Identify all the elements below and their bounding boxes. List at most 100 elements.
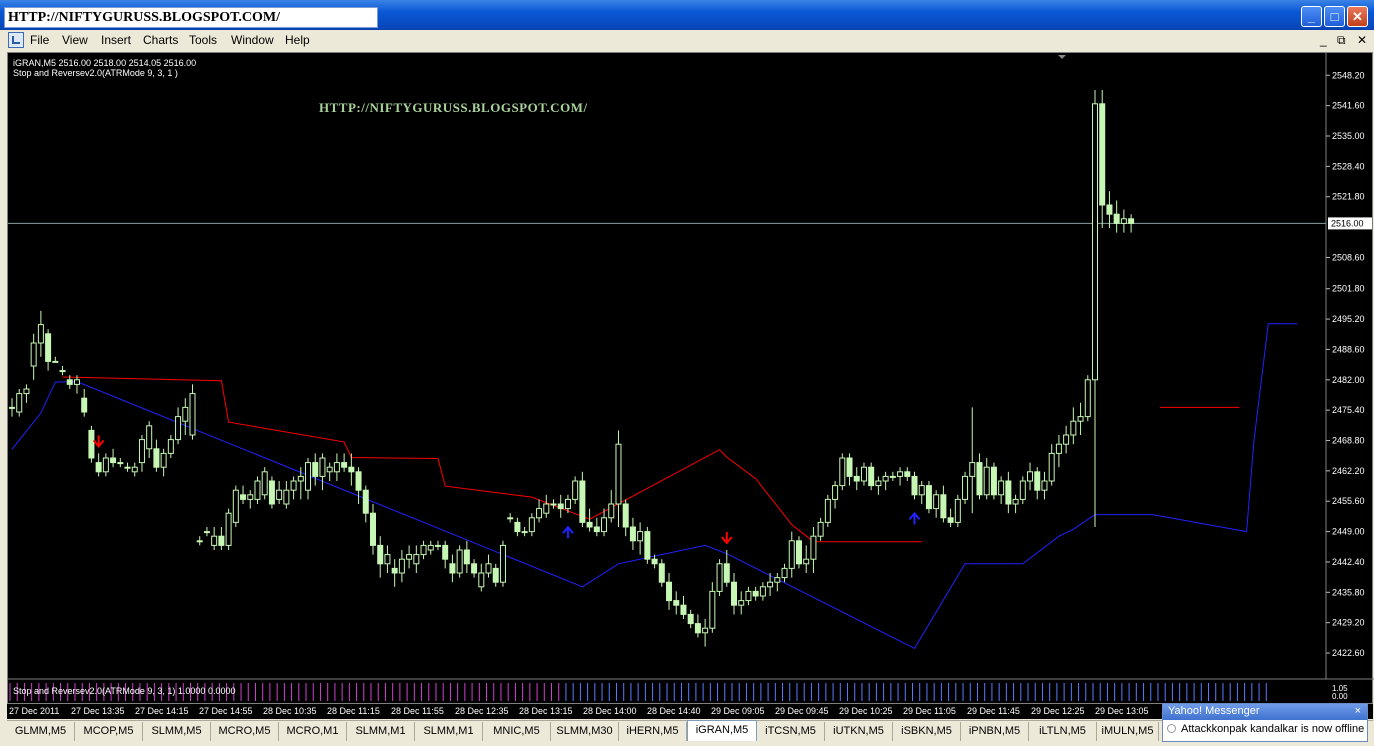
candle-body: [268, 480, 275, 505]
menu-view[interactable]: View: [62, 33, 88, 47]
candle-body: [66, 379, 73, 385]
candle-body: [1034, 471, 1041, 491]
candle-body: [95, 462, 102, 473]
candle-body: [341, 462, 348, 468]
price-tick-label: 2422.60: [1332, 648, 1365, 658]
candle-body: [889, 475, 896, 478]
chart-canvas[interactable]: 2548.20 2541.60 2535.00 2528.40 2521.80 2508.…: [8, 53, 1374, 705]
menu-window[interactable]: Window: [231, 33, 274, 47]
tab-igran-m5[interactable]: iGRAN,M5: [687, 720, 757, 741]
time-axis-label: 29 Dec 11:05: [903, 706, 956, 716]
tab-slmm-m5[interactable]: SLMM,M5: [143, 722, 211, 741]
price-tick-label: 2541.60: [1332, 101, 1365, 111]
candle-body: [52, 360, 59, 363]
close-button[interactable]: ✕: [1347, 6, 1368, 27]
tab-slmm-m1[interactable]: SLMM,M1: [347, 722, 415, 741]
tab-iutkn-m5[interactable]: iUTKN,M5: [825, 722, 893, 741]
candle-body: [1070, 420, 1077, 436]
time-axis-label: 28 Dec 13:15: [519, 706, 573, 716]
menu-help[interactable]: Help: [285, 33, 310, 47]
tab-iltln-m5[interactable]: iLTLN,M5: [1029, 722, 1097, 741]
yahoo-popup-title: Yahoo! Messenger: [1168, 705, 1260, 717]
candle-body: [875, 480, 882, 487]
candle-body: [167, 439, 174, 454]
price-tick-label: 2462.20: [1332, 466, 1365, 476]
maximize-button[interactable]: □: [1324, 6, 1345, 27]
time-axis-label: 28 Dec 11:15: [327, 706, 380, 716]
mdi-minimize-button[interactable]: _: [1320, 33, 1327, 47]
candle-body: [557, 503, 564, 510]
tab-itcsn-m5[interactable]: iTCSN,M5: [757, 722, 825, 741]
candle-body: [629, 526, 636, 542]
title-bar[interactable]: HTTP://NIFTYGURUSS.BLOGSPOT.COM/ _ □ ✕: [0, 0, 1374, 30]
tab-mcro-m5[interactable]: MCRO,M5: [211, 722, 279, 741]
yahoo-messenger-popup[interactable]: Yahoo! Messenger × Attackkonpak kandalka…: [1162, 703, 1368, 742]
mdi-restore-button[interactable]: ⧉: [1337, 33, 1346, 48]
candle-body: [203, 531, 210, 534]
chart-info-line: iGRAN,M5 2516.00 2518.00 2514.05 2516.00: [13, 58, 197, 68]
time-axis-label: 28 Dec 14:40: [647, 706, 701, 716]
candle-body: [449, 563, 456, 574]
tab-ipnbn-m5[interactable]: iPNBN,M5: [961, 722, 1029, 741]
candle-body: [1113, 213, 1120, 224]
menu-tools[interactable]: Tools: [189, 33, 217, 47]
candle-body: [868, 466, 875, 487]
price-tick-label: 2488.60: [1332, 344, 1365, 354]
tab-glmm-m5[interactable]: GLMM,M5: [7, 722, 75, 741]
candle-body: [406, 554, 413, 560]
candle-body: [536, 508, 543, 519]
menu-insert[interactable]: Insert: [101, 33, 131, 47]
tab-mnic-m5[interactable]: MNIC,M5: [483, 722, 551, 741]
yahoo-close-icon[interactable]: ×: [1355, 704, 1361, 719]
time-axis-label: 27 Dec 13:35: [71, 706, 125, 716]
candle-body: [615, 443, 622, 505]
candle-body: [37, 324, 44, 344]
indicator-info-line: Stop and Reversev2.0(ATRMode 9, 3, 1 ): [13, 68, 178, 78]
tab-ihern-m5[interactable]: iHERN,M5: [619, 722, 687, 741]
candle-body: [767, 581, 774, 588]
sar-line-1: [11, 323, 1298, 650]
candle-body: [543, 503, 550, 514]
candle-body: [514, 521, 521, 533]
candle-body: [138, 439, 145, 464]
candle-body: [593, 526, 600, 533]
minimize-button[interactable]: _: [1301, 6, 1322, 27]
candle-body: [687, 613, 694, 625]
candle-body: [918, 485, 925, 496]
candle-body: [362, 489, 369, 514]
price-tick-label: 2528.40: [1332, 161, 1365, 171]
candle-body: [319, 457, 326, 477]
candle-body: [492, 567, 499, 583]
candle-body: [759, 586, 766, 597]
price-chart[interactable]: 2548.20 2541.60 2535.00 2528.40 2521.80 2508.…: [7, 52, 1374, 705]
candle-body: [232, 489, 239, 523]
chart-shift-marker-icon[interactable]: [1058, 55, 1066, 59]
candle-body: [579, 480, 586, 523]
chart-app-icon[interactable]: [8, 32, 24, 48]
time-axis-label: 29 Dec 09:45: [775, 706, 829, 716]
mdi-close-button[interactable]: ✕: [1357, 33, 1367, 47]
candle-body: [608, 503, 615, 519]
menu-charts[interactable]: Charts: [143, 33, 178, 47]
candle-body: [528, 517, 535, 533]
candle-body: [434, 544, 441, 547]
candle-body: [456, 549, 463, 574]
time-axis-label: 27 Dec 2011: [9, 706, 60, 716]
candle-body: [1005, 480, 1012, 505]
time-axis-label: 28 Dec 11:55: [391, 706, 444, 716]
candle-body: [290, 480, 297, 491]
tab-imuln-m5[interactable]: iMULN,M5: [1097, 722, 1159, 741]
candle-body: [962, 475, 969, 500]
candle-body: [276, 489, 283, 500]
candle-body: [658, 563, 665, 583]
tab-isbkn-m5[interactable]: iSBKN,M5: [893, 722, 961, 741]
candle-body: [954, 498, 961, 523]
tab-mcop-m5[interactable]: MCOP,M5: [75, 722, 143, 741]
tab-slmm-m30[interactable]: SLMM,M30: [551, 722, 619, 741]
tab-mcro-m1[interactable]: MCRO,M1: [279, 722, 347, 741]
tab-slmm-m1[interactable]: SLMM,M1: [415, 722, 483, 741]
candle-body: [644, 531, 651, 560]
menu-file[interactable]: File: [30, 33, 49, 47]
candle-body: [333, 462, 340, 473]
candle-body: [81, 397, 88, 413]
